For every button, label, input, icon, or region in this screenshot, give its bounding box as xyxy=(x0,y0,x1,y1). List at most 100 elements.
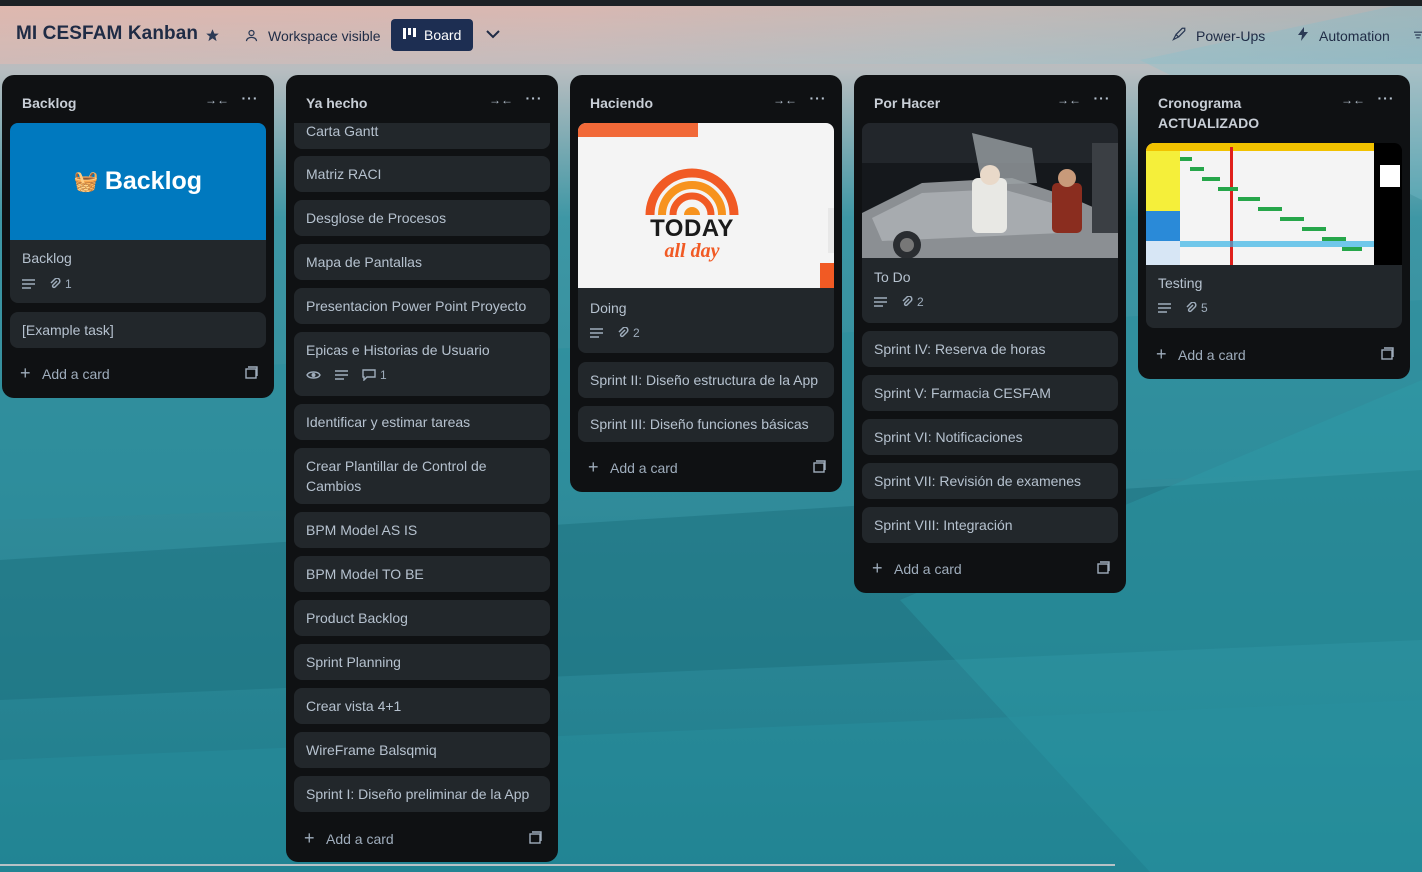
card-sprint-vi[interactable]: Sprint VI: Notificaciones xyxy=(862,419,1118,455)
card-bpm-as-is[interactable]: BPM Model AS IS xyxy=(294,512,550,548)
list-title[interactable]: Por Hacer xyxy=(874,93,940,113)
card-identificar[interactable]: Identificar y estimar tareas xyxy=(294,404,550,440)
attachment-count: 1 xyxy=(65,277,72,291)
attachment-icon xyxy=(902,296,913,307)
card-cover xyxy=(1146,143,1402,265)
add-card-label: Add a card xyxy=(42,366,110,382)
power-ups-button[interactable]: Power-Ups xyxy=(1196,28,1265,44)
more-icon[interactable]: ··· xyxy=(807,89,829,107)
description-icon xyxy=(335,370,348,380)
collapse-icon[interactable]: →← xyxy=(773,91,797,109)
card-sprint-v[interactable]: Sprint V: Farmacia CESFAM xyxy=(862,375,1118,411)
list-title[interactable]: Haciendo xyxy=(590,93,653,113)
collapse-icon[interactable]: →← xyxy=(1057,91,1081,109)
eye-icon xyxy=(306,370,321,380)
add-card-button[interactable]: + Add a card xyxy=(578,452,834,484)
horizontal-scrollbar[interactable] xyxy=(0,864,1115,866)
more-icon[interactable]: ··· xyxy=(523,89,545,107)
card-title: Sprint Planning xyxy=(306,654,401,670)
card-matriz-raci[interactable]: Matriz RACI xyxy=(294,156,550,192)
board-view-button[interactable]: Board xyxy=(391,19,473,51)
card-presentacion[interactable]: Presentacion Power Point Proyecto xyxy=(294,288,550,324)
card-title: Desglose de Procesos xyxy=(306,210,447,226)
card-bpm-to-be[interactable]: BPM Model TO BE xyxy=(294,556,550,592)
list-por-hacer: Por Hacer →← ··· To Do 2 Sprint IV: Rese… xyxy=(854,75,1126,593)
board-view-label: Board xyxy=(424,27,462,43)
board-header: MI CESFAM Kanban Workspace visible Board… xyxy=(0,6,1422,64)
card-title: WireFrame Balsqmiq xyxy=(306,742,437,758)
card-testing[interactable]: Testing 5 xyxy=(1146,143,1402,328)
collapse-icon[interactable]: →← xyxy=(205,91,229,109)
description-icon xyxy=(22,279,35,289)
collapse-icon[interactable]: →← xyxy=(1341,91,1365,109)
card-sprint-iii[interactable]: Sprint III: Diseño funciones básicas xyxy=(578,406,834,442)
card-title: To Do xyxy=(874,269,911,285)
add-card-label: Add a card xyxy=(326,831,394,847)
list-title[interactable]: Cronograma ACTUALIZADO xyxy=(1158,93,1328,133)
collapse-icon[interactable]: →← xyxy=(489,91,513,109)
card-cover: TODAY all day xyxy=(578,123,834,288)
card-title: Sprint III: Diseño funciones básicas xyxy=(590,416,809,432)
card-backlog[interactable]: 🧺 Backlog Backlog 1 xyxy=(10,123,266,303)
card-carta-gantt[interactable]: Carta Gantt xyxy=(294,123,550,149)
card-example-task[interactable]: [Example task] xyxy=(10,312,266,348)
board-title[interactable]: MI CESFAM Kanban xyxy=(16,23,198,45)
add-card-button[interactable]: + Add a card xyxy=(10,358,266,390)
automation-button[interactable]: Automation xyxy=(1319,28,1390,44)
more-icon[interactable]: ··· xyxy=(1091,89,1113,107)
card-mapa-pantallas[interactable]: Mapa de Pantallas xyxy=(294,244,550,280)
card-badges: 2 xyxy=(874,295,924,309)
card-product-backlog[interactable]: Product Backlog xyxy=(294,600,550,636)
comment-icon xyxy=(362,369,376,381)
plus-icon: + xyxy=(304,828,315,848)
more-icon[interactable]: ··· xyxy=(239,89,261,107)
card-sprint-planning[interactable]: Sprint Planning xyxy=(294,644,550,680)
card-title: Carta Gantt xyxy=(306,123,379,139)
card-epicas[interactable]: Epicas e Historias de Usuario 1 xyxy=(294,332,550,396)
add-card-button[interactable]: + Add a card xyxy=(1146,339,1402,371)
card-title: BPM Model TO BE xyxy=(306,566,424,582)
card-title: Sprint VI: Notificaciones xyxy=(874,429,1023,445)
card-to-do[interactable]: To Do 2 xyxy=(862,123,1118,323)
list-title[interactable]: Backlog xyxy=(22,93,76,113)
card-title: Presentacion Power Point Proyecto xyxy=(306,298,527,314)
card-sprint-vii[interactable]: Sprint VII: Revisión de examenes xyxy=(862,463,1118,499)
card-title: Sprint V: Farmacia CESFAM xyxy=(874,385,1051,401)
card-title: Product Backlog xyxy=(306,610,408,626)
card-title: Backlog xyxy=(22,250,72,266)
card-cover: 🧺 Backlog xyxy=(10,123,266,240)
card-crear-plantillar[interactable]: Crear Plantillar de Control de Cambios xyxy=(294,448,550,504)
workspace-visible-button[interactable]: Workspace visible xyxy=(268,28,381,44)
card-sprint-i[interactable]: Sprint I: Diseño preliminar de la App xyxy=(294,776,550,812)
card-vista-4-1[interactable]: Crear vista 4+1 xyxy=(294,688,550,724)
filter-icon[interactable] xyxy=(1414,28,1422,42)
chevron-down-icon[interactable] xyxy=(484,25,502,43)
template-icon[interactable] xyxy=(1381,347,1394,363)
card-badges: 1 xyxy=(22,277,72,291)
list-title[interactable]: Ya hecho xyxy=(306,93,367,113)
description-icon xyxy=(1158,303,1171,313)
card-title: Identificar y estimar tareas xyxy=(306,414,471,430)
attachment-badge: 1 xyxy=(49,277,72,291)
card-wireframe[interactable]: WireFrame Balsqmiq xyxy=(294,732,550,768)
card-sprint-ii[interactable]: Sprint II: Diseño estructura de la App xyxy=(578,362,834,398)
card-title: Crear vista 4+1 xyxy=(306,698,402,714)
template-icon[interactable] xyxy=(245,366,258,382)
attachment-icon xyxy=(618,327,629,338)
card-sprint-iv[interactable]: Sprint IV: Reserva de horas xyxy=(862,331,1118,367)
plus-icon: + xyxy=(872,558,883,578)
cover-text: Backlog xyxy=(104,167,203,195)
card-title: Matriz RACI xyxy=(306,166,382,182)
star-icon[interactable] xyxy=(203,26,221,44)
more-icon[interactable]: ··· xyxy=(1375,89,1397,107)
template-icon[interactable] xyxy=(813,460,826,476)
template-icon[interactable] xyxy=(1097,561,1110,577)
card-sprint-viii[interactable]: Sprint VIII: Integración xyxy=(862,507,1118,543)
add-card-button[interactable]: + Add a card xyxy=(862,553,1118,585)
card-badges: 1 xyxy=(306,368,387,382)
card-doing[interactable]: TODAY all day Doing 2 xyxy=(578,123,834,353)
card-title: [Example task] xyxy=(22,322,114,338)
add-card-button[interactable]: + Add a card xyxy=(294,823,550,855)
card-desglose-procesos[interactable]: Desglose de Procesos xyxy=(294,200,550,236)
template-icon[interactable] xyxy=(529,831,542,847)
